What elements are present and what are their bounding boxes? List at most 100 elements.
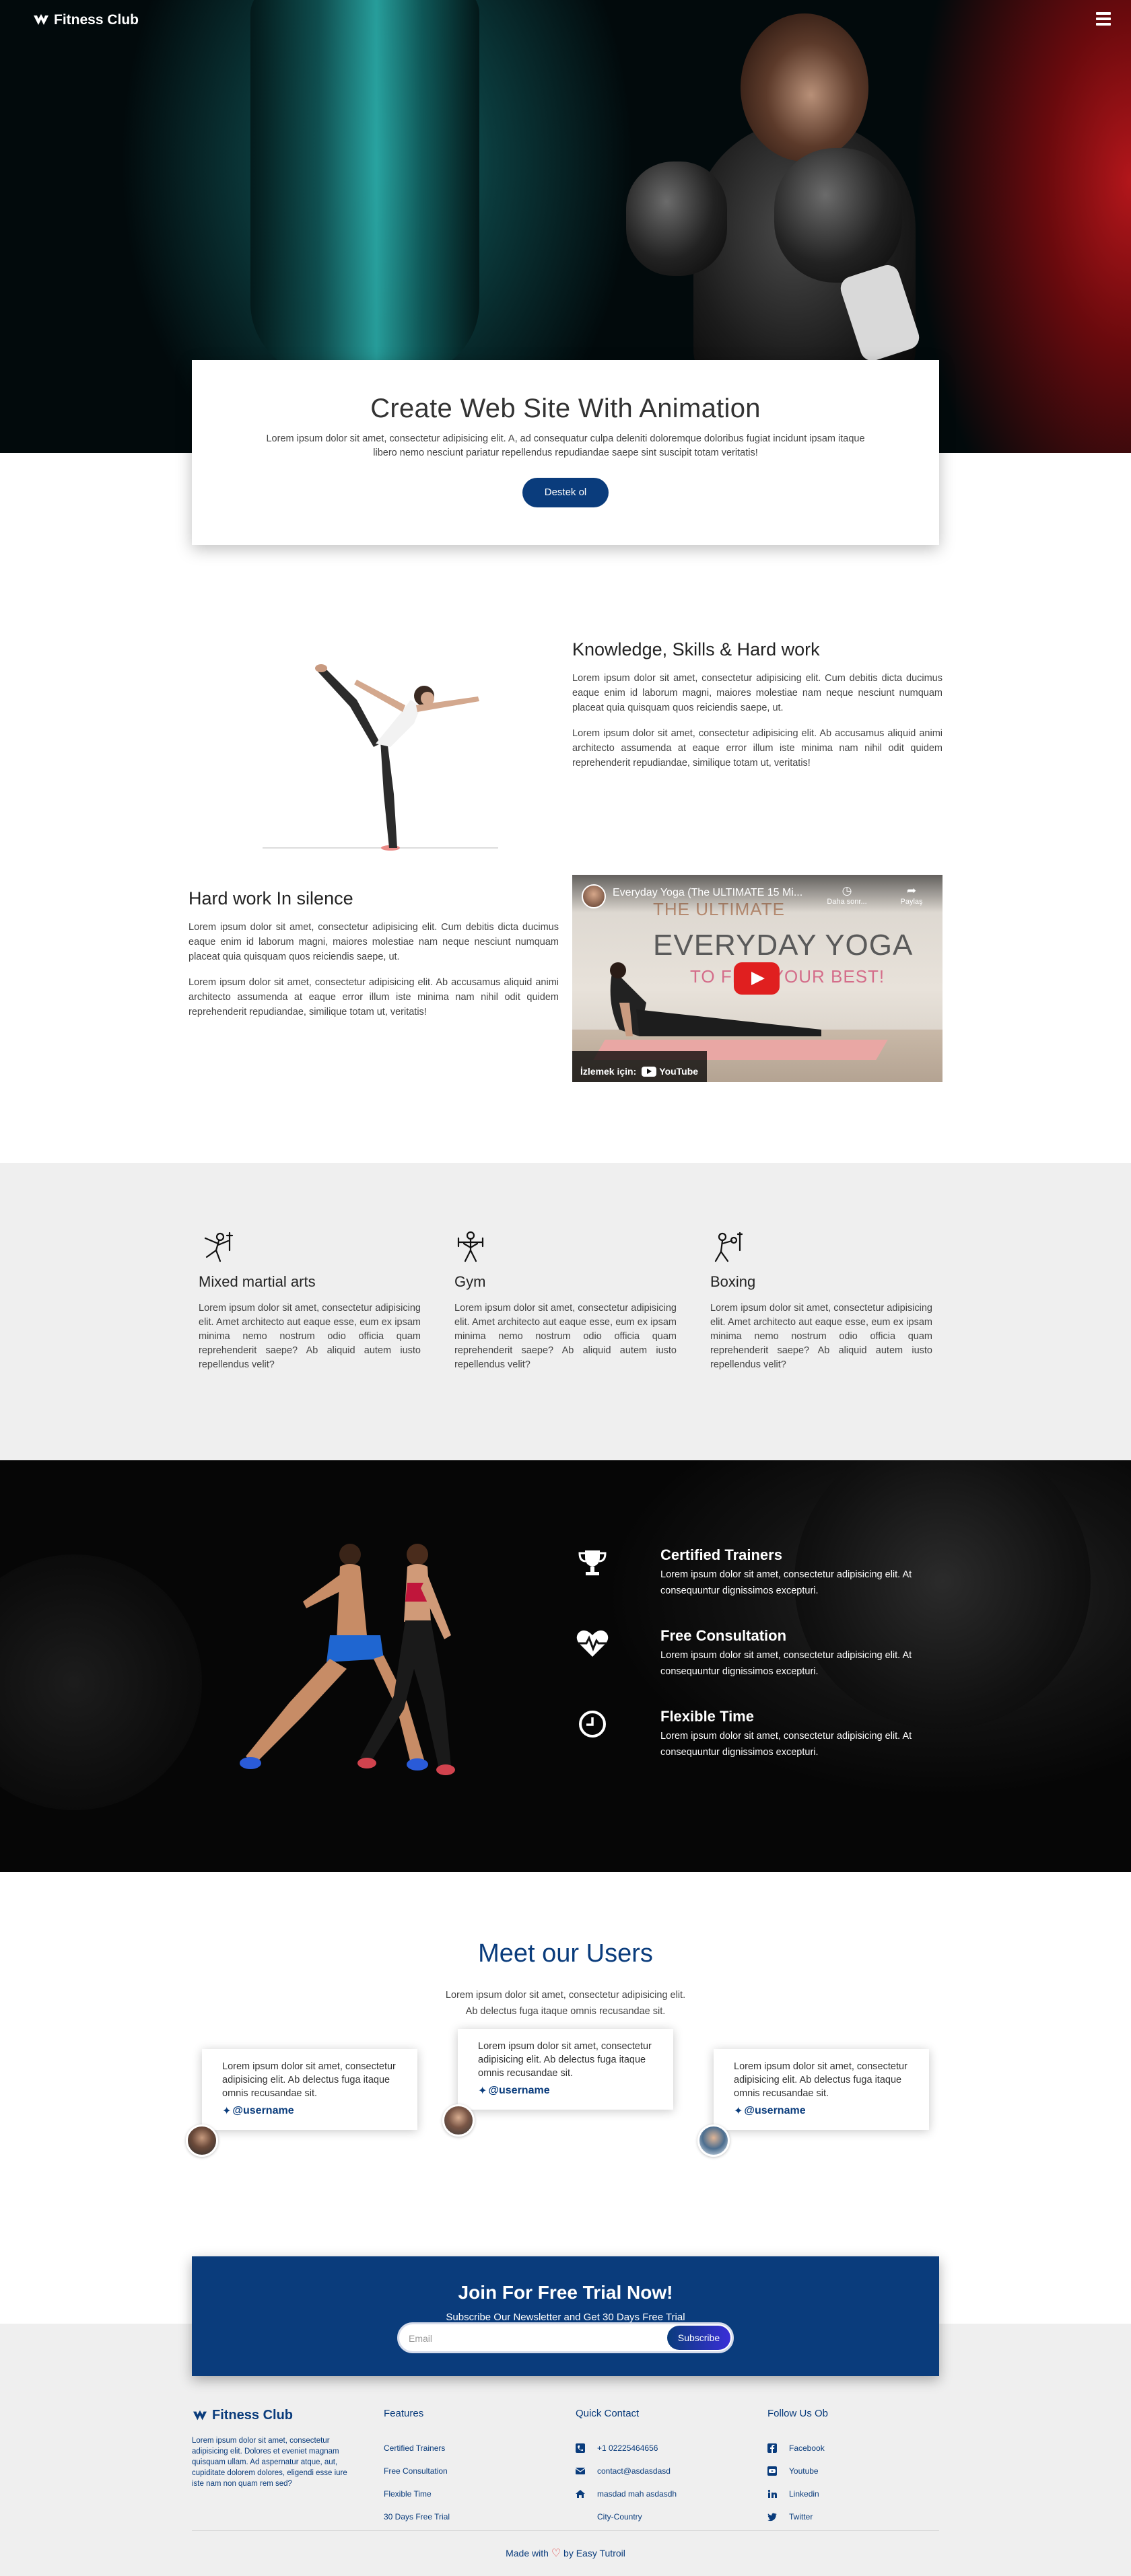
home-icon bbox=[576, 2490, 585, 2498]
social-twitter[interactable]: Twitter bbox=[767, 2505, 828, 2528]
username-link: @username bbox=[744, 2105, 806, 2116]
channel-avatar[interactable] bbox=[582, 884, 606, 908]
footer-contact-list: +1 02225464656 contact@asdasdasd masdad … bbox=[576, 2437, 677, 2528]
contact-address-text: masdad mah asdasdh bbox=[597, 2489, 677, 2499]
testimonial-handle[interactable]: ✦ @username bbox=[478, 2084, 653, 2098]
share-label: Paylaş bbox=[900, 898, 923, 906]
newsletter-title: Join For Free Trial Now! bbox=[458, 2282, 673, 2303]
services-section: Mixed martial arts Lorem ipsum dolor sit… bbox=[0, 1163, 1131, 1460]
social-youtube-label: Youtube bbox=[789, 2466, 819, 2476]
top-navbar: Fitness Club bbox=[0, 0, 1131, 40]
footer-divider bbox=[192, 2530, 939, 2531]
footer-link[interactable]: Free Consultation bbox=[384, 2460, 450, 2482]
logo-mark-icon bbox=[193, 2410, 207, 2420]
play-button[interactable] bbox=[734, 962, 780, 995]
youtube-video-embed[interactable]: THE ULTIMATE EVERYDAY YOGA TO FEEL YOUR … bbox=[572, 875, 943, 1082]
hamburger-menu-icon[interactable] bbox=[1096, 12, 1111, 26]
testimonial-handle[interactable]: ✦ @username bbox=[734, 2104, 909, 2118]
video-title[interactable]: Everyday Yoga (The ULTIMATE 15 Mi... bbox=[613, 887, 802, 899]
testimonial-card: Lorem ipsum dolor sit amet, consectetur … bbox=[714, 2049, 929, 2130]
intro-card: Create Web Site With Animation Lorem ips… bbox=[192, 360, 939, 545]
clock-icon: ◷ bbox=[842, 884, 852, 897]
contact-phone-text: +1 02225464656 bbox=[597, 2443, 658, 2453]
gym-icon bbox=[457, 1231, 484, 1262]
service-title: Mixed martial arts bbox=[199, 1273, 316, 1290]
share-icon: ➦ bbox=[906, 884, 917, 897]
weight-plate-image bbox=[0, 1554, 202, 1810]
heartbeat-icon bbox=[576, 1630, 609, 1657]
social-youtube[interactable]: Youtube bbox=[767, 2460, 828, 2482]
about-section: Knowledge, Skills & Hard work Lorem ipsu… bbox=[572, 639, 943, 771]
email-input[interactable] bbox=[409, 2331, 651, 2346]
contact-city-text: City-Country bbox=[597, 2512, 642, 2521]
youtube-logo: YouTube bbox=[642, 1066, 698, 1077]
brand-logo[interactable]: Fitness Club bbox=[32, 12, 139, 28]
martial-arts-icon bbox=[204, 1231, 234, 1262]
username-link: @username bbox=[488, 2085, 550, 2096]
video-overlay-line-2: EVERYDAY YOGA bbox=[653, 929, 914, 962]
footer-social-list: Facebook Youtube Linkedin Twitter bbox=[767, 2437, 828, 2528]
footer-features-column: Features Certified Trainers Free Consult… bbox=[384, 2408, 450, 2528]
about-paragraph-1: Lorem ipsum dolor sit amet, consectetur … bbox=[572, 673, 943, 713]
made-by-label: by Easy Tutroil bbox=[563, 2548, 625, 2559]
punching-bag-image bbox=[250, 0, 479, 377]
social-facebook-label: Facebook bbox=[789, 2443, 825, 2453]
silence-paragraph-2: Lorem ipsum dolor sit amet, consectetur … bbox=[188, 977, 559, 1017]
support-button[interactable]: Destek ol bbox=[522, 478, 609, 507]
contact-phone[interactable]: +1 02225464656 bbox=[576, 2437, 677, 2460]
boxing-glove-image bbox=[626, 162, 727, 276]
contact-city: City-Country bbox=[576, 2505, 677, 2528]
newsletter-form: Subscribe bbox=[397, 2322, 734, 2353]
feature-title: Free Consultation bbox=[660, 1627, 787, 1644]
yoga-pose-image bbox=[263, 664, 498, 851]
social-linkedin[interactable]: Linkedin bbox=[767, 2482, 828, 2505]
footer-contact-title: Quick Contact bbox=[576, 2408, 640, 2419]
hero-text: Lorem ipsum dolor sit amet, consectetur … bbox=[266, 433, 865, 458]
service-card-boxing: Boxing Lorem ipsum dolor sit amet, conse… bbox=[710, 1230, 932, 1372]
service-title: Boxing bbox=[710, 1273, 756, 1290]
footer-logo[interactable]: Fitness Club bbox=[192, 2408, 360, 2423]
avatar bbox=[186, 2124, 218, 2157]
feature-item: Certified Trainers Lorem ipsum dolor sit… bbox=[576, 1546, 953, 1627]
silence-section: Hard work In silence Lorem ipsum dolor s… bbox=[188, 888, 559, 1019]
service-card-gym: Gym Lorem ipsum dolor sit amet, consecte… bbox=[454, 1230, 677, 1372]
features-section: Certified Trainers Lorem ipsum dolor sit… bbox=[0, 1460, 1131, 1872]
subscribe-button[interactable]: Subscribe bbox=[667, 2326, 730, 2350]
contact-email-text: contact@asdasdasd bbox=[597, 2466, 671, 2476]
service-text: Lorem ipsum dolor sit amet, consectetur … bbox=[454, 1303, 677, 1370]
twitter-icon bbox=[767, 2513, 777, 2521]
watch-later-label: Daha sonr... bbox=[827, 898, 867, 906]
trainers-couple-image bbox=[240, 1544, 455, 1775]
newsletter-box: Join For Free Trial Now! Subscribe Our N… bbox=[192, 2256, 939, 2376]
share-button[interactable]: ➦ Paylaş bbox=[891, 884, 932, 906]
logo-mark-icon bbox=[34, 14, 48, 25]
testimonial-handle[interactable]: ✦ @username bbox=[222, 2104, 397, 2118]
social-linkedin-label: Linkedin bbox=[789, 2489, 819, 2499]
users-subtitle-line-1: Lorem ipsum dolor sit amet, consectetur … bbox=[445, 1990, 686, 2001]
social-facebook[interactable]: Facebook bbox=[767, 2437, 828, 2460]
footer-brand-column: Fitness Club Lorem ipsum dolor sit amet,… bbox=[192, 2408, 360, 2489]
heart-icon: ♡ bbox=[551, 2548, 561, 2559]
youtube-icon bbox=[767, 2466, 777, 2476]
testimonial-text: Lorem ipsum dolor sit amet, consectetur … bbox=[734, 2061, 907, 2099]
footer-credit: Made with ♡ by Easy Tutroil bbox=[0, 2546, 1131, 2560]
watch-later-button[interactable]: ◷ Daha sonr... bbox=[827, 884, 867, 906]
footer-link[interactable]: Certified Trainers bbox=[384, 2437, 450, 2460]
footer-link[interactable]: 30 Days Free Trial bbox=[384, 2505, 450, 2528]
watch-on-youtube-bar[interactable]: İzlemek için: YouTube bbox=[572, 1051, 707, 1082]
users-title: Meet our Users bbox=[478, 1939, 653, 1968]
users-subtitle-line-2: Ab delectus fuga itaque omnis recusandae… bbox=[465, 2006, 666, 2017]
silence-paragraph-1: Lorem ipsum dolor sit amet, consectetur … bbox=[188, 922, 559, 962]
testimonial-text: Lorem ipsum dolor sit amet, consectetur … bbox=[222, 2061, 396, 2099]
username-link: @username bbox=[232, 2105, 294, 2116]
avatar bbox=[697, 2124, 730, 2157]
footer-link[interactable]: Flexible Time bbox=[384, 2482, 450, 2505]
footer-contact-column: Quick Contact +1 02225464656 contact@asd… bbox=[576, 2408, 677, 2528]
avatar bbox=[442, 2104, 475, 2137]
features-list: Certified Trainers Lorem ipsum dolor sit… bbox=[576, 1546, 953, 1789]
contact-email[interactable]: contact@asdasdasd bbox=[576, 2460, 677, 2482]
twitter-icon: ✦ bbox=[478, 2085, 487, 2097]
facebook-icon bbox=[767, 2443, 777, 2453]
service-title: Gym bbox=[454, 1273, 486, 1290]
